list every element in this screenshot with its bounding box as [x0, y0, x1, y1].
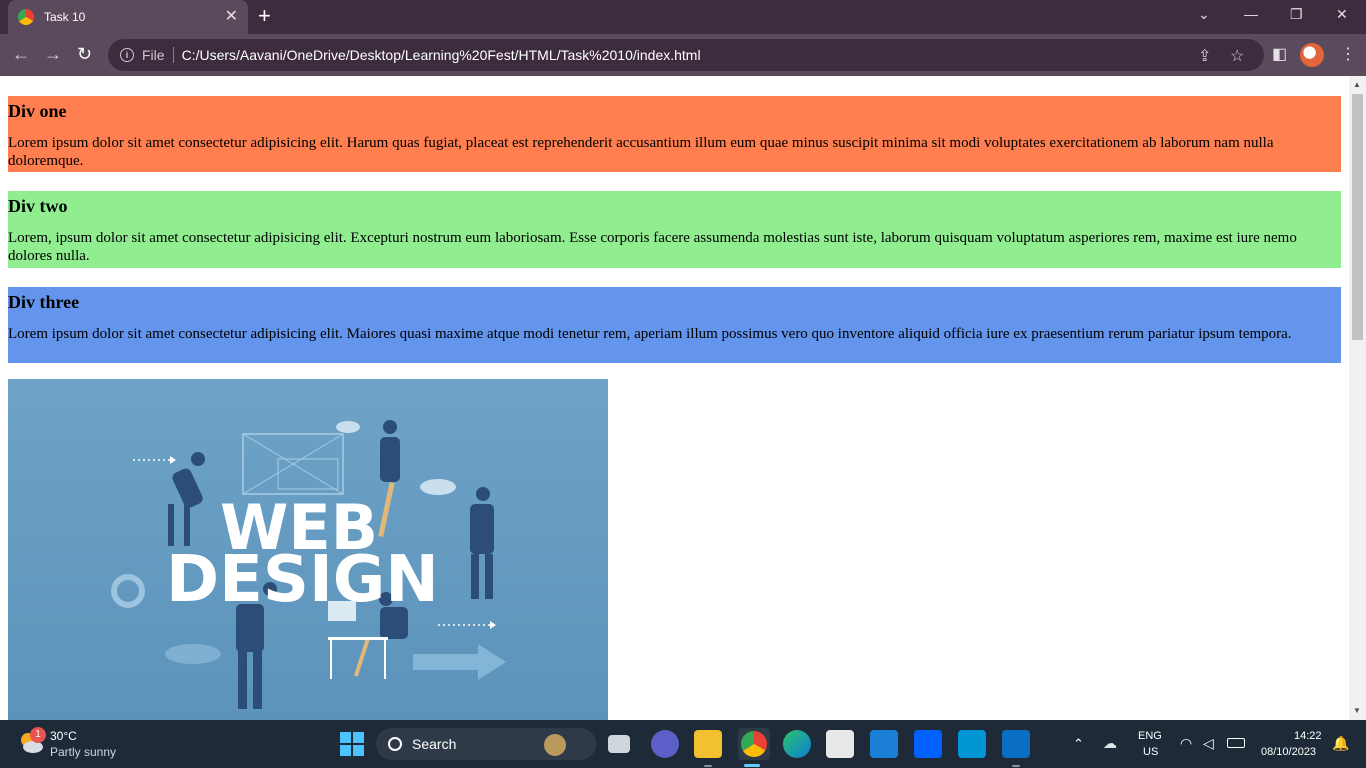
- chrome-favicon-icon: [18, 9, 34, 25]
- div-three-text: Lorem ipsum dolor sit amet consectetur a…: [8, 326, 1292, 342]
- language-primary[interactable]: ENG: [1138, 730, 1162, 742]
- div-three: Div three Lorem ipsum dolor sit amet con…: [8, 287, 1341, 363]
- profile-avatar[interactable]: [1300, 43, 1324, 67]
- forward-arrow-icon[interactable]: →: [44, 42, 62, 66]
- teams-chat-icon[interactable]: [651, 730, 679, 758]
- search-label: Search: [412, 736, 457, 752]
- tab-strip: Task 10 ✕ + ⌄ — ❐ ✕: [0, 0, 1366, 34]
- bookmark-star-icon[interactable]: ☆: [1230, 46, 1244, 66]
- weather-notification-badge: 1: [30, 727, 46, 743]
- div-one-text: Lorem ipsum dolor sit amet consectetur a…: [8, 135, 1274, 169]
- scrollbar-thumb[interactable]: [1352, 94, 1363, 340]
- file-explorer-indicator: [704, 765, 712, 767]
- windows-taskbar: 1 30°C Partly sunny Search ⌃ ☁ ENG US ◠ …: [0, 720, 1366, 768]
- search-icon: [388, 737, 402, 751]
- close-window-icon[interactable]: ✕: [1336, 6, 1348, 23]
- back-arrow-icon[interactable]: ←: [12, 42, 30, 66]
- site-info-icon[interactable]: i: [120, 48, 134, 62]
- hero-line-2: DESIGN: [166, 543, 439, 617]
- wifi-icon[interactable]: ◠: [1180, 735, 1192, 752]
- edge-icon[interactable]: [783, 730, 811, 758]
- side-panel-icon[interactable]: ◧: [1272, 44, 1287, 64]
- microsoft-store-icon[interactable]: [826, 730, 854, 758]
- task-view-icon[interactable]: [608, 735, 630, 753]
- battery-icon[interactable]: [1227, 738, 1245, 748]
- chrome-icon: [741, 731, 767, 757]
- url-scheme: File: [142, 47, 174, 63]
- reload-icon[interactable]: ↻: [77, 42, 92, 66]
- close-tab-icon[interactable]: ✕: [225, 9, 238, 25]
- tab-title: Task 10: [44, 10, 86, 24]
- weather-description[interactable]: Partly sunny: [50, 745, 116, 759]
- page-viewport: Div one Lorem ipsum dolor sit amet conse…: [0, 76, 1349, 720]
- myhp-icon[interactable]: [958, 730, 986, 758]
- onedrive-cloud-icon[interactable]: ☁: [1103, 735, 1117, 752]
- page-scrollbar[interactable]: ▲ ▼: [1349, 76, 1366, 720]
- div-three-heading: Div three: [8, 292, 80, 312]
- div-two-text: Lorem, ipsum dolor sit amet consectetur …: [8, 230, 1297, 264]
- browser-toolbar: ← → ↻ i File C:/Users/Aavani/OneDrive/De…: [0, 34, 1366, 76]
- tab-search-chevron-icon[interactable]: ⌄: [1198, 6, 1210, 23]
- web-design-illustration: WEB DESIGN: [111, 420, 506, 709]
- scroll-up-icon[interactable]: ▲: [1353, 80, 1361, 89]
- new-tab-icon[interactable]: +: [258, 5, 271, 27]
- more-menu-icon[interactable]: ⋮: [1340, 44, 1356, 64]
- url-text[interactable]: C:/Users/Aavani/OneDrive/Desktop/Learnin…: [182, 47, 701, 63]
- volume-icon[interactable]: ◁: [1203, 735, 1214, 752]
- dropbox-icon[interactable]: [914, 730, 942, 758]
- div-two: Div two Lorem, ipsum dolor sit amet cons…: [8, 191, 1341, 268]
- scroll-down-icon[interactable]: ▼: [1353, 706, 1361, 715]
- clock-date[interactable]: 08/10/2023: [1261, 746, 1316, 758]
- search-highlight-icon: [544, 734, 566, 756]
- windows-start-icon[interactable]: [340, 732, 364, 756]
- chrome-active-indicator: [744, 764, 760, 767]
- vscode-indicator: [1012, 765, 1020, 767]
- file-explorer-icon[interactable]: [694, 730, 722, 758]
- restore-icon[interactable]: ❐: [1290, 6, 1303, 23]
- vscode-icon[interactable]: [1002, 730, 1030, 758]
- minimize-icon[interactable]: —: [1244, 6, 1258, 22]
- tab-task-10[interactable]: Task 10 ✕: [8, 0, 248, 34]
- web-design-image: WEB DESIGN: [8, 379, 608, 720]
- clock-time[interactable]: 14:22: [1294, 730, 1322, 742]
- div-one: Div one Lorem ipsum dolor sit amet conse…: [8, 96, 1341, 172]
- taskbar-search[interactable]: Search: [376, 728, 596, 760]
- show-hidden-icons-chevron-icon[interactable]: ⌃: [1073, 736, 1084, 752]
- div-one-heading: Div one: [8, 101, 67, 121]
- mail-icon[interactable]: [870, 730, 898, 758]
- weather-temperature[interactable]: 30°C: [50, 729, 77, 743]
- notifications-icon[interactable]: 🔔: [1332, 735, 1349, 752]
- language-secondary[interactable]: US: [1143, 746, 1158, 758]
- share-icon[interactable]: ⇪: [1198, 46, 1211, 66]
- address-bar[interactable]: i File C:/Users/Aavani/OneDrive/Desktop/…: [108, 39, 1264, 71]
- div-two-heading: Div two: [8, 196, 68, 216]
